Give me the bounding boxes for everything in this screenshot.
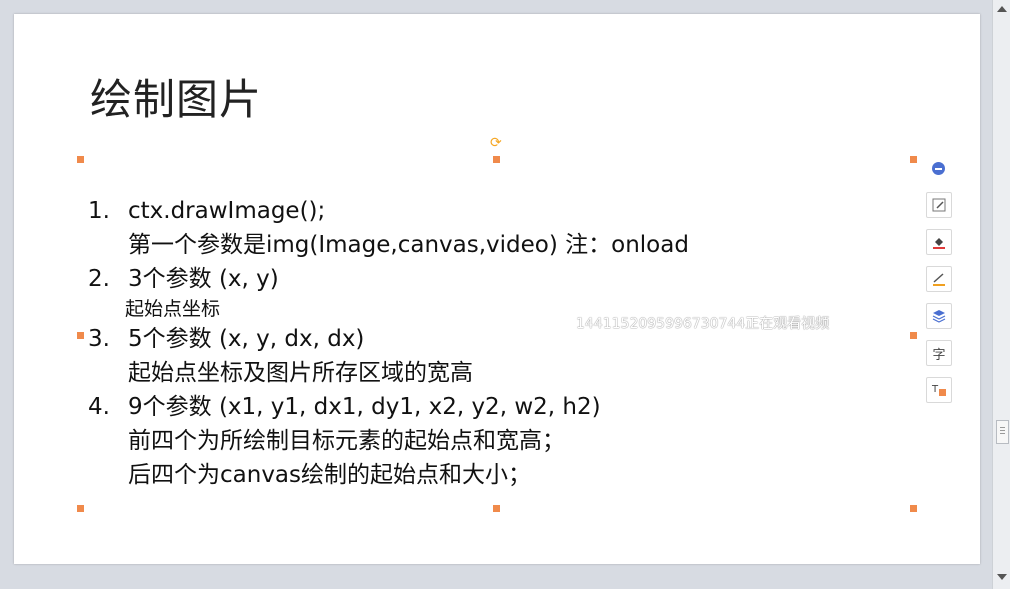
minus-circle-icon[interactable] — [932, 162, 945, 175]
resize-handle-bottom[interactable] — [493, 505, 500, 512]
text-box-icon[interactable]: T — [926, 377, 952, 403]
scroll-up-icon[interactable] — [997, 6, 1007, 12]
list-item-subtext: 前四个为所绘制目标元素的起始点和宽高； — [128, 428, 565, 454]
resize-handle-top[interactable] — [493, 156, 500, 163]
list-item-text: 3个参数 (x, y) — [128, 266, 279, 292]
slide-stage: 绘制图片 ⟳ 1. ctx.drawImage(); 第一个参数是img(Ima… — [0, 0, 992, 589]
list-number: 2. — [88, 266, 110, 292]
line-color-icon[interactable] — [926, 266, 952, 292]
resize-handle-bottom-left[interactable] — [77, 505, 84, 512]
resize-handle-right[interactable] — [910, 332, 917, 339]
list-item-subtext: 后四个为canvas绘制的起始点和大小； — [128, 462, 532, 488]
text-box[interactable]: 1. ctx.drawImage(); 第一个参数是img(Image,canv… — [88, 194, 888, 492]
scroll-down-icon[interactable] — [997, 574, 1007, 580]
list-number: 3. — [88, 326, 110, 352]
slide-canvas[interactable]: 绘制图片 ⟳ 1. ctx.drawImage(); 第一个参数是img(Ima… — [14, 14, 980, 564]
svg-text:T: T — [931, 384, 939, 395]
text-style-icon[interactable]: 字 — [926, 340, 952, 366]
slide-title[interactable]: 绘制图片 — [90, 66, 262, 127]
list-number: 1. — [88, 198, 110, 224]
rotate-handle-icon[interactable]: ⟳ — [490, 136, 504, 150]
fill-color-icon[interactable] — [926, 229, 952, 255]
list-item: 1. ctx.drawImage(); 第一个参数是img(Image,canv… — [88, 194, 888, 262]
resize-handle-top-left[interactable] — [77, 156, 84, 163]
scroll-thumb[interactable] — [996, 420, 1009, 444]
resize-handle-top-right[interactable] — [910, 156, 917, 163]
viewer-watermark: 1441152095996730744正在观看视频 — [576, 316, 830, 332]
vertical-scrollbar[interactable] — [992, 0, 1010, 589]
resize-handle-bottom-right[interactable] — [910, 505, 917, 512]
list-number: 4. — [88, 394, 110, 420]
list-item-subtext: 起始点坐标及图片所存区域的宽高 — [128, 360, 473, 386]
list-item-subtext: 第一个参数是img(Image,canvas,video) 注：onload — [128, 232, 689, 258]
layers-icon[interactable] — [926, 303, 952, 329]
list-item-text: 9个参数 (x1, y1, dx1, dy1, x2, y2, w2, h2) — [128, 394, 601, 420]
resize-handle-left[interactable] — [77, 332, 84, 339]
list-item: 4. 9个参数 (x1, y1, dx1, dy1, x2, y2, w2, h… — [88, 390, 888, 492]
edit-shape-icon[interactable] — [926, 192, 952, 218]
list-item-text: ctx.drawImage(); — [128, 198, 326, 224]
